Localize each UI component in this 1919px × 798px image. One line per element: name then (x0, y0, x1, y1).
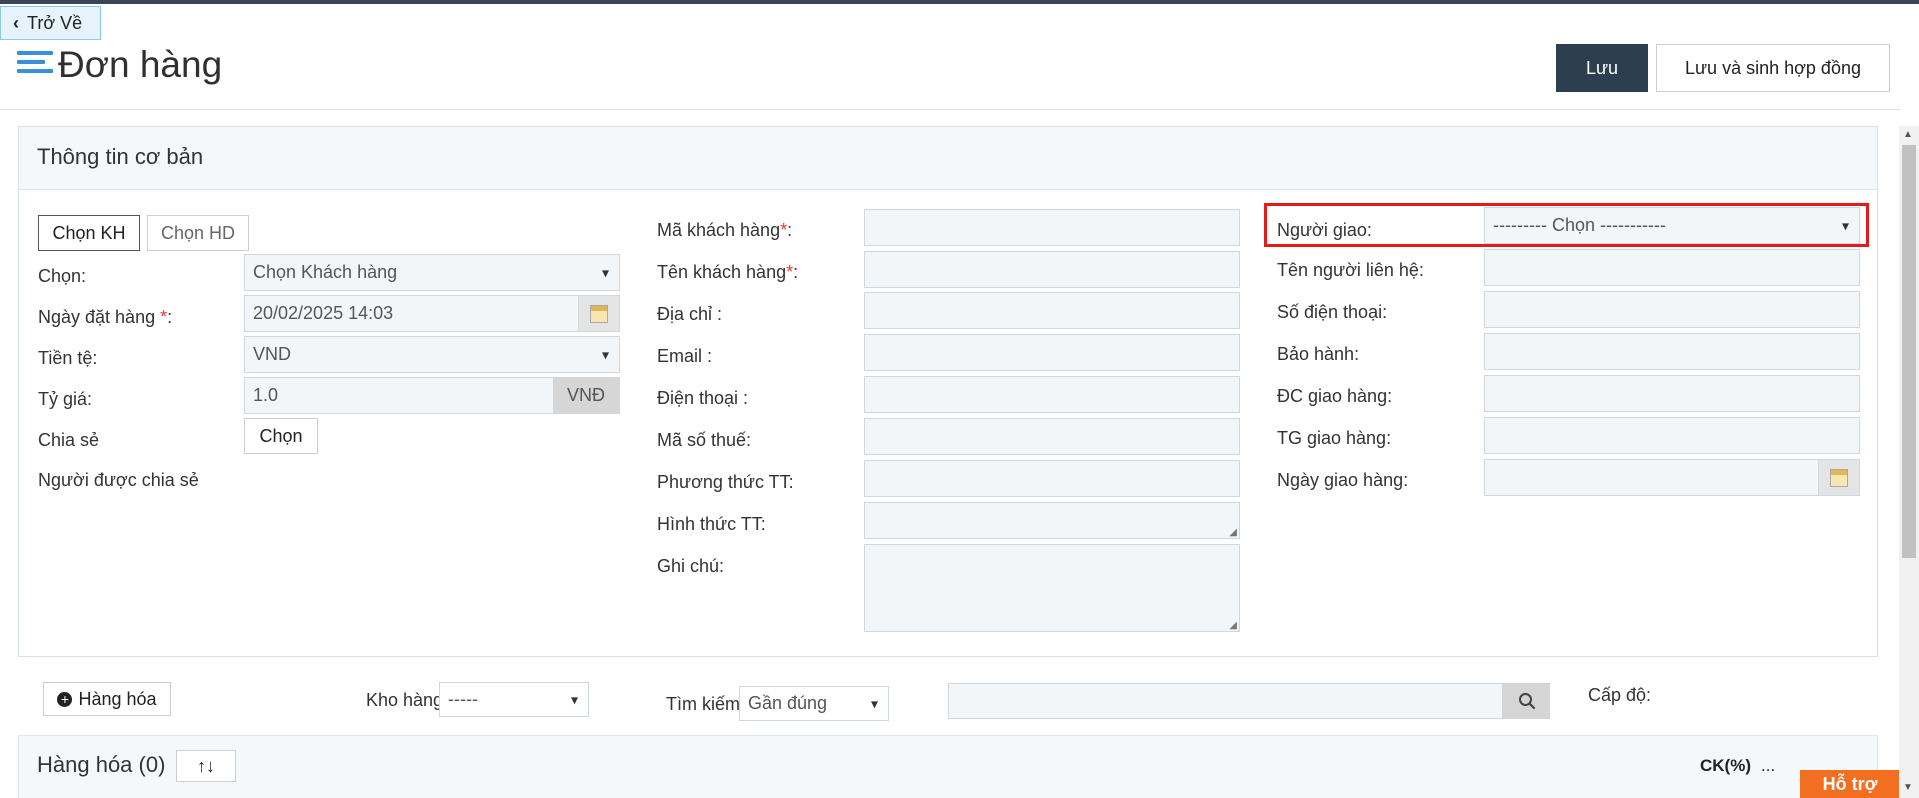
plus-circle-icon: + (57, 691, 73, 707)
goods-search-button[interactable] (1503, 683, 1550, 719)
required-mark: * (160, 307, 168, 327)
share-choose-button[interactable]: Chọn (244, 418, 318, 454)
contact-phone-label: Số điện thoại: (1277, 302, 1388, 322)
choose-contract-button[interactable]: Chọn HD (147, 215, 249, 251)
search-mode-select[interactable]: Gần đúng ▾ (739, 686, 889, 721)
address-input[interactable] (864, 292, 1240, 329)
currency-label: Tiền tệ: (38, 348, 98, 368)
delivery-time-label: TG giao hàng: (1277, 428, 1392, 448)
search-label: Tìm kiếm (666, 694, 740, 714)
address-label: Địa chỉ : (657, 304, 723, 324)
warranty-label: Bảo hành: (1277, 344, 1360, 364)
order-date-label: Ngày đặt hàng *: (38, 307, 173, 327)
note-textarea[interactable]: ◢ (864, 544, 1240, 632)
delivery-time-input[interactable] (1484, 417, 1860, 454)
resize-grip-icon: ◢ (1229, 620, 1237, 631)
level-label: Cấp độ: (1588, 685, 1652, 705)
required-mark: * (786, 262, 794, 282)
customer-code-label: Mã khách hàng*: (657, 220, 793, 240)
warehouse-select[interactable]: ----- ▾ (439, 682, 589, 717)
warehouse-select-value: ----- (448, 689, 478, 709)
delivery-address-label: ĐC giao hàng: (1277, 386, 1393, 406)
customer-name-label: Tên khách hàng*: (657, 262, 799, 282)
phone-label: Điện thoại : (657, 388, 749, 408)
delivery-date-input[interactable] (1484, 459, 1860, 496)
note-label: Ghi chú: (657, 556, 725, 576)
order-date-value: 20/02/2025 14:03 (253, 303, 394, 323)
currency-select[interactable]: VND ▾ (244, 336, 620, 373)
order-date-input[interactable]: 20/02/2025 14:03 (244, 295, 620, 332)
resize-grip-icon: ◢ (1229, 527, 1237, 538)
customer-code-label-text: Mã khách hàng (657, 220, 781, 240)
contact-name-input[interactable] (1484, 249, 1860, 286)
email-label: Email : (657, 346, 713, 366)
choose-customer-button[interactable]: Chọn KH (38, 215, 140, 251)
choose-customer-select[interactable]: Chọn Khách hàng ▾ (244, 254, 620, 291)
chevron-down-icon: ▾ (601, 346, 609, 362)
highlight-box (1264, 203, 1869, 247)
header-divider (0, 109, 1900, 110)
customer-name-label-text: Tên khách hàng (657, 262, 787, 282)
search-icon (1518, 693, 1535, 710)
tax-code-label: Mã số thuế: (657, 430, 752, 450)
choose-customer-select-value: Chọn Khách hàng (253, 262, 398, 282)
goods-section-header (18, 735, 1878, 798)
customer-code-input[interactable] (864, 209, 1240, 246)
order-date-label-text: Ngày đặt hàng (38, 307, 161, 327)
scrollbar-thumb[interactable] (1902, 145, 1916, 558)
back-button-label: Trở Về (27, 12, 83, 33)
sort-toggle-button[interactable]: ↑↓ (176, 750, 236, 782)
add-goods-label: Hàng hóa (78, 688, 157, 709)
delivery-date-label: Ngày giao hàng: (1277, 470, 1409, 490)
more-column-header: ... (1761, 756, 1776, 775)
chevron-left-icon: ‹ (13, 12, 19, 33)
currency-select-value: VND (253, 344, 292, 364)
sort-arrows-icon: ↑↓ (197, 755, 215, 776)
page-title: Đơn hàng (58, 44, 223, 85)
chevron-down-icon: ▾ (870, 695, 878, 711)
save-and-create-contract-button[interactable]: Lưu và sinh hợp đồng (1656, 44, 1890, 92)
goods-section-title: Hàng hóa (0) (37, 752, 166, 777)
currency-unit-addon: VNĐ (553, 378, 619, 413)
calendar-icon (1830, 468, 1848, 487)
exchange-rate-input[interactable]: 1.0 VNĐ (244, 377, 620, 414)
basic-info-panel-header (19, 127, 1877, 190)
required-mark: * (780, 220, 788, 240)
exchange-rate-label: Tỷ giá: (38, 389, 93, 409)
discount-column-header: CK(%) (1700, 756, 1751, 775)
chevron-down-icon: ▾ (601, 264, 609, 280)
share-label: Chia sẻ (38, 430, 100, 450)
chevron-down-icon: ▾ (570, 691, 578, 707)
contact-phone-input[interactable] (1484, 291, 1860, 328)
scroll-up-arrow-icon[interactable]: ▲ (1903, 129, 1913, 140)
goods-search-input[interactable] (948, 683, 1503, 719)
contact-name-label: Tên người liên hệ: (1277, 260, 1424, 280)
payment-method-label: Phương thức TT: (657, 472, 794, 492)
payment-form-textarea[interactable]: ◢ (864, 502, 1240, 539)
email-input[interactable] (864, 334, 1240, 371)
save-button[interactable]: Lưu (1556, 44, 1648, 92)
top-accent-line (0, 0, 1919, 4)
warehouse-label: Kho hàng (366, 690, 444, 710)
calendar-button[interactable] (578, 296, 619, 331)
shared-with-label: Người được chia sẻ (38, 470, 199, 490)
choose-label: Chọn: (38, 266, 87, 286)
payment-method-input[interactable] (864, 460, 1240, 497)
calendar-icon (590, 304, 608, 323)
basic-info-title: Thông tin cơ bản (37, 144, 204, 169)
add-goods-button[interactable]: + Hàng hóa (43, 682, 171, 716)
back-button[interactable]: ‹ Trở Về (0, 6, 101, 40)
calendar-button[interactable] (1818, 460, 1859, 495)
customer-name-input[interactable] (864, 251, 1240, 288)
payment-form-label: Hình thức TT: (657, 514, 766, 534)
warranty-input[interactable] (1484, 333, 1860, 370)
delivery-address-input[interactable] (1484, 375, 1860, 412)
phone-input[interactable] (864, 376, 1240, 413)
scroll-down-arrow-icon[interactable]: ▼ (1903, 782, 1913, 793)
support-button[interactable]: Hỗ trợ (1800, 770, 1900, 798)
tax-code-input[interactable] (864, 418, 1240, 455)
exchange-rate-value: 1.0 (253, 385, 279, 405)
search-mode-select-value: Gần đúng (748, 693, 828, 713)
list-icon (17, 51, 53, 79)
